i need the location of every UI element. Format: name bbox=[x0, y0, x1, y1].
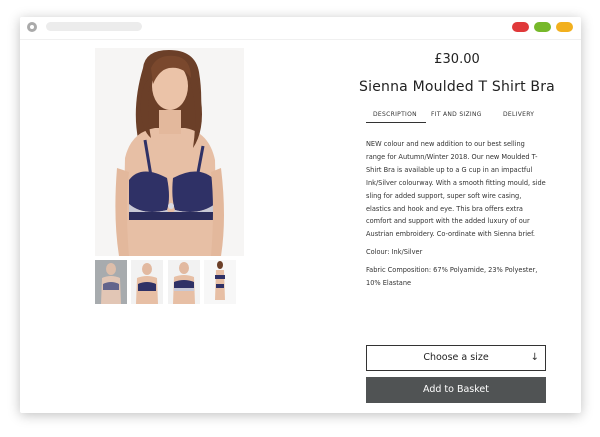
product-title: Sienna Moulded T Shirt Bra bbox=[359, 79, 555, 95]
thumbnail-image bbox=[173, 262, 195, 304]
thumbnail-image bbox=[101, 263, 121, 304]
browser-window: £30.00 Sienna Moulded T Shirt Bra DESCRI… bbox=[20, 17, 581, 413]
maximize-button[interactable] bbox=[556, 22, 573, 32]
thumbnail-strip bbox=[95, 260, 236, 304]
colour-text: Colour: Ink/Silver bbox=[366, 248, 423, 257]
product-price: £30.00 bbox=[434, 52, 480, 67]
tab-description[interactable]: DESCRIPTION bbox=[373, 111, 417, 118]
product-description: NEW colour and new addition to our best … bbox=[366, 138, 546, 295]
thumbnail-2[interactable] bbox=[131, 260, 163, 304]
size-select[interactable]: Choose a size ↓ bbox=[366, 345, 546, 371]
title-bar bbox=[20, 17, 581, 40]
browser-icon bbox=[27, 22, 37, 32]
product-main-image[interactable] bbox=[95, 48, 244, 256]
composition-text: Fabric Composition: 67% Polyamide, 23% P… bbox=[366, 266, 538, 288]
tab-delivery[interactable]: DELIVERY bbox=[503, 111, 534, 118]
minimize-button[interactable] bbox=[534, 22, 551, 32]
size-select-label: Choose a size bbox=[423, 352, 489, 363]
close-button[interactable] bbox=[512, 22, 529, 32]
tab-fit-and-sizing[interactable]: FIT AND SIZING bbox=[431, 111, 482, 118]
add-to-basket-button[interactable]: Add to Basket bbox=[366, 377, 546, 403]
description-text: NEW colour and new addition to our best … bbox=[366, 140, 546, 239]
model-photo bbox=[95, 48, 244, 256]
thumbnail-image bbox=[136, 263, 158, 304]
active-tab-indicator bbox=[366, 122, 426, 123]
thumbnail-3[interactable] bbox=[168, 260, 200, 304]
arrow-down-icon: ↓ bbox=[530, 352, 539, 363]
product-tabs: DESCRIPTION FIT AND SIZING DELIVERY bbox=[366, 111, 548, 125]
thumbnail-1[interactable] bbox=[95, 260, 127, 304]
thumbnail-image bbox=[215, 261, 225, 300]
thumbnail-4[interactable] bbox=[204, 260, 236, 304]
address-bar[interactable] bbox=[46, 22, 142, 31]
